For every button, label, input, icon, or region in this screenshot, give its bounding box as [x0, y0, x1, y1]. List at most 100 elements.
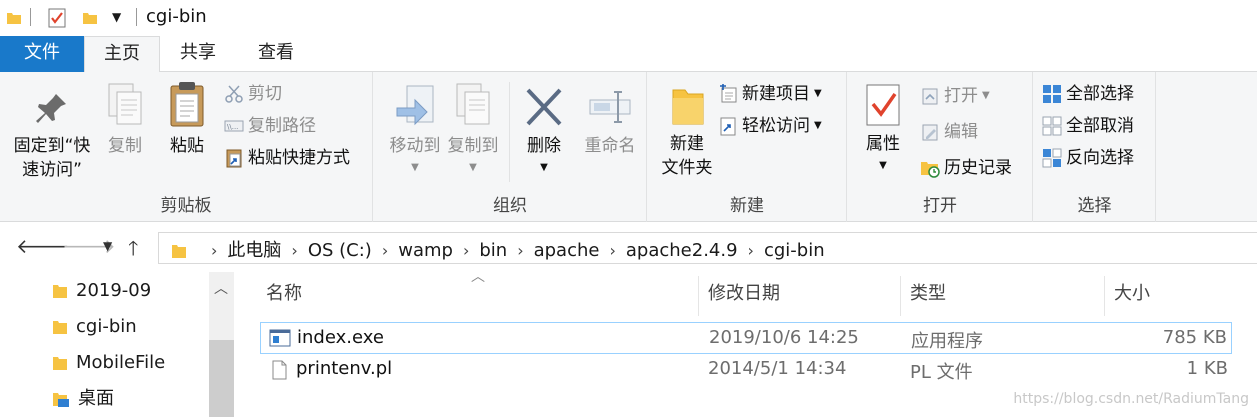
nav-item-mobilefile[interactable]: MobileFile	[52, 348, 165, 378]
column-header-type[interactable]: 类型	[910, 281, 946, 307]
up-arrow-icon[interactable]: 🡑	[128, 234, 138, 268]
nav-scrollbar-thumb[interactable]	[209, 340, 234, 417]
file-row-index-exe[interactable]: index.exe 2019/10/6 14:25 应用程序 785 KB	[260, 322, 1232, 354]
open-button[interactable]: 打开 ▼	[920, 81, 990, 111]
select-group-label: 选择	[1077, 196, 1112, 216]
new-folder-icon	[672, 89, 704, 125]
breadcrumb-item[interactable]: apache2.4.9	[626, 240, 738, 261]
select-all-icon	[1043, 85, 1061, 103]
breadcrumb-chevron-icon[interactable]: ›	[291, 241, 297, 260]
scroll-up-chevron-icon[interactable]: ︿	[214, 278, 228, 298]
window-title: cgi-bin	[146, 6, 207, 27]
pin-quick-access-button[interactable]: 固定到“快 速访问”	[6, 90, 98, 182]
breadcrumb-item[interactable]: apache	[534, 240, 600, 261]
invert-selection-icon	[1042, 148, 1062, 168]
select-none-icon	[1042, 116, 1062, 136]
new-group-label: 新建	[730, 196, 764, 216]
breadcrumb-chevron-icon[interactable]: ›	[517, 241, 523, 260]
new-item-button[interactable]: 新建项目 ▼	[718, 79, 822, 109]
new-item-icon	[720, 84, 737, 103]
easy-access-button[interactable]: 轻松访问 ▼	[718, 111, 822, 141]
new-item-dropdown-icon: ▼	[814, 88, 822, 99]
paste-shortcut-button[interactable]: 粘贴快捷方式	[224, 143, 350, 173]
tab-home[interactable]: 主页	[84, 36, 160, 73]
properties-dropdown-icon: ▼	[879, 160, 887, 171]
column-header-date[interactable]: 修改日期	[708, 281, 780, 307]
organize-group-label: 组织	[493, 196, 527, 216]
breadcrumb-chevron-icon[interactable]: ›	[748, 241, 754, 260]
breadcrumb-item[interactable]: cgi-bin	[764, 240, 825, 261]
invert-selection-button[interactable]: 反向选择	[1042, 143, 1134, 173]
cut-button[interactable]: 剪切	[224, 79, 282, 109]
column-divider[interactable]	[698, 276, 699, 316]
column-divider[interactable]	[900, 276, 901, 316]
edit-button[interactable]: 编辑	[920, 117, 978, 147]
tab-share[interactable]: 共享	[160, 36, 236, 72]
file-date: 2019/10/6 14:25	[709, 327, 859, 348]
rename-button[interactable]: 重命名	[578, 82, 642, 158]
organize-group: 移动到 ▼ 复制到 ▼ 删除 ▼ 重命名 组织	[374, 72, 647, 222]
breadcrumb-item[interactable]: bin	[479, 240, 507, 261]
column-header-size[interactable]: 大小	[1114, 281, 1150, 307]
tab-file[interactable]: 文件	[0, 36, 84, 72]
breadcrumb-item[interactable]: OS (C:)	[308, 240, 372, 261]
ribbon: 固定到“快 速访问” 复制 粘贴 剪切 \\... 复制路径 粘贴快捷方式 剪贴板…	[0, 72, 1257, 222]
copy-path-button[interactable]: \\... 复制路径	[224, 111, 316, 141]
select-all-button[interactable]: 全部选择	[1042, 79, 1134, 109]
recent-locations-chevron-icon[interactable]: ▼	[103, 239, 112, 253]
history-button[interactable]: 历史记录	[920, 153, 1012, 183]
select-none-button[interactable]: 全部取消	[1042, 111, 1134, 141]
nav-item-desktop[interactable]: 桌面	[52, 384, 114, 414]
new-folder-button[interactable]: 新建 文件夹	[652, 84, 722, 180]
folder-icon	[53, 321, 67, 334]
watermark: https://blog.csdn.net/RadiumTang	[1013, 391, 1249, 407]
tab-view[interactable]: 查看	[236, 36, 316, 72]
column-divider[interactable]	[1104, 276, 1105, 316]
file-row-printenv-pl[interactable]: printenv.pl 2014/5/1 14:34 PL 文件 1 KB	[260, 354, 1232, 386]
file-name: printenv.pl	[296, 358, 393, 379]
copy-button[interactable]: 复制	[100, 82, 150, 158]
clipboard-group-label: 剪贴板	[160, 196, 212, 216]
new-group: 新建 文件夹 新建项目 ▼ 轻松访问 ▼ 新建	[648, 72, 847, 222]
breadcrumb-chevron-icon[interactable]: ›	[382, 241, 388, 260]
delete-x-icon	[526, 88, 562, 126]
folder-icon	[172, 245, 186, 258]
properties-button[interactable]: 属性 ▼	[858, 82, 908, 178]
nav-item-2019-09[interactable]: 2019-09	[52, 276, 151, 306]
desktop-folder-icon	[53, 393, 69, 407]
delete-dropdown-icon: ▼	[540, 162, 548, 173]
exe-file-icon	[269, 329, 291, 347]
new-folder-icon[interactable]	[82, 10, 98, 26]
organize-divider	[509, 82, 510, 182]
navigation-pane: 2019-09 cgi-bin MobileFile 桌面 ︿	[0, 272, 234, 417]
move-to-icon	[396, 85, 434, 126]
breadcrumb-item[interactable]: wamp	[398, 240, 453, 261]
paste-button[interactable]: 粘贴	[162, 82, 212, 158]
breadcrumb-item[interactable]: 此电脑	[227, 236, 281, 262]
delete-button[interactable]: 删除 ▼	[518, 82, 570, 180]
file-type: 应用程序	[911, 331, 983, 352]
quick-access-dropdown-icon[interactable]: ▼	[112, 10, 121, 24]
breadcrumb-chevron-icon[interactable]: ›	[211, 241, 217, 260]
nav-item-cgi-bin[interactable]: cgi-bin	[52, 312, 137, 342]
open-group: 属性 ▼ 打开 ▼ 编辑 历史记录 打开	[848, 72, 1033, 222]
address-bar[interactable]: › 此电脑 › OS (C:) › wamp › bin › apache › apache2.4.9…	[158, 232, 1257, 264]
file-type: PL 文件	[910, 362, 973, 383]
breadcrumb-chevron-icon[interactable]: ›	[609, 241, 615, 260]
copy-to-button[interactable]: 复制到 ▼	[438, 82, 508, 180]
scissors-icon	[225, 85, 243, 103]
breadcrumb-chevron-icon[interactable]: ›	[463, 241, 469, 260]
file-size: 785 KB	[1162, 327, 1227, 348]
column-header-name[interactable]: 名称	[266, 281, 302, 307]
folder-icon	[53, 357, 67, 370]
copy-path-icon: \\...	[224, 120, 244, 132]
pin-icon	[36, 94, 66, 123]
file-name: index.exe	[297, 327, 384, 348]
clipboard-group: 固定到“快 速访问” 复制 粘贴 剪切 \\... 复制路径 粘贴快捷方式 剪贴板	[0, 72, 373, 222]
ribbon-tabs: 文件 主页 共享 查看	[0, 36, 1257, 73]
copy-icon	[108, 83, 142, 125]
copy-to-dropdown-icon: ▼	[469, 162, 477, 173]
title-separator	[30, 8, 31, 26]
file-date: 2014/5/1 14:34	[708, 358, 847, 379]
properties-check-icon[interactable]	[48, 8, 66, 28]
